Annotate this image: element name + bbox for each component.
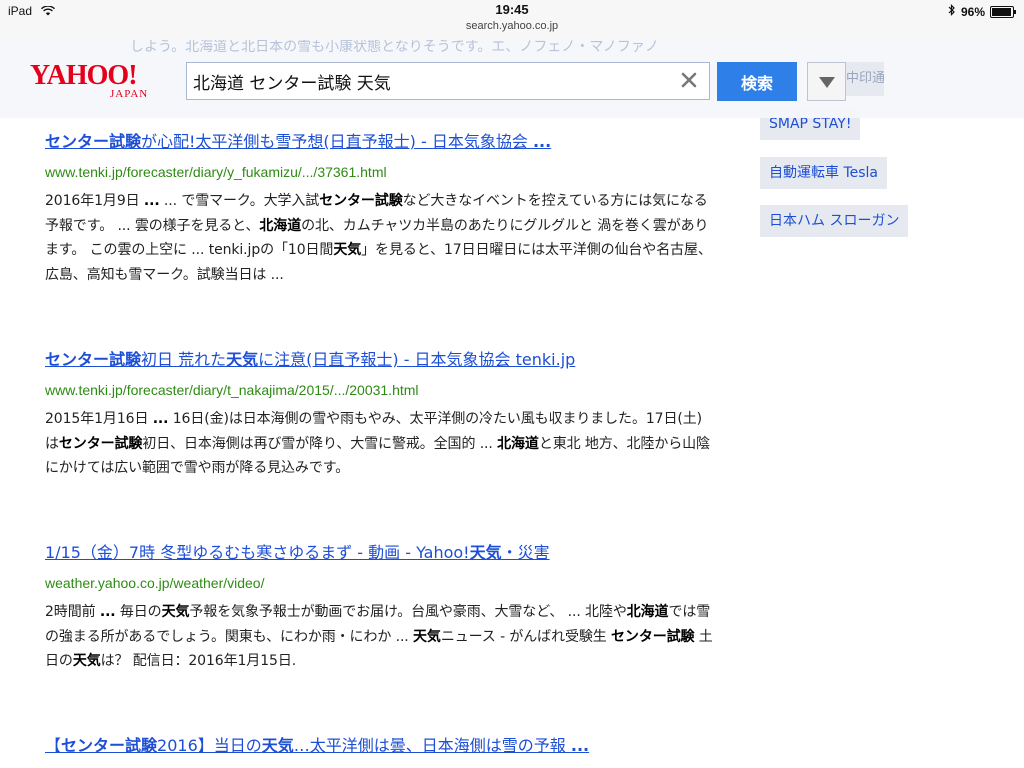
clock: 19:45	[495, 2, 529, 17]
battery-percent: 96%	[960, 4, 985, 19]
result-url: www.tenki.jp/forecaster/diary/t_nakajima…	[45, 382, 419, 398]
battery-fill	[992, 7, 1012, 16]
status-bar: iPad 19:45 search.yahoo.co.jp 96%	[0, 0, 1024, 40]
logo-sub: JAPAN	[110, 88, 149, 100]
search-options-button[interactable]	[807, 62, 846, 101]
result-item: 【センター試験2016】当日の天気…太平洋側は曇、日本海側は雪の予報 ...	[45, 732, 715, 756]
result-snippet: 2時間前 ... 毎日の天気予報を気象予報士が動画でお届け。台風や豪雨、大雪など…	[45, 604, 713, 669]
result-snippet: 2016年1月9日 ... ... で雪マーク。大学入試センター試験など大きなイ…	[45, 193, 712, 283]
triangle-down-icon	[819, 77, 835, 88]
related-tag[interactable]: 自動運転車 Tesla	[760, 157, 887, 189]
result-item: センター試験が心配!太平洋側も雪予想(日直予報士) - 日本気象協会 ... w…	[45, 128, 715, 287]
bluetooth-icon	[948, 4, 956, 19]
clear-icon[interactable]	[679, 70, 699, 90]
result-title[interactable]: センター試験初日 荒れた天気に注意(日直予報士) - 日本気象協会 tenki.…	[45, 346, 715, 370]
result-snippet: 2015年1月16日 ... 16日(金)は日本海側の雪や雨もやみ、太平洋側の冷…	[45, 411, 710, 476]
result-title[interactable]: 【センター試験2016】当日の天気…太平洋側は曇、日本海側は雪の予報 ...	[45, 732, 715, 756]
related-tag-partial[interactable]: 中印通	[846, 62, 884, 96]
related-tag[interactable]: 日本ハム スローガン	[760, 205, 909, 237]
battery-icon	[990, 5, 1016, 18]
result-title[interactable]: 1/15（金）7時 冬型ゆるむも寒さゆるまず - 動画 - Yahoo!天気・災…	[45, 539, 715, 563]
search-input[interactable]	[187, 63, 669, 99]
logo-main: YAHOO!	[30, 60, 138, 91]
result-item: センター試験初日 荒れた天気に注意(日直予報士) - 日本気象協会 tenki.…	[45, 346, 715, 481]
search-box	[186, 62, 710, 100]
result-item: 1/15（金）7時 冬型ゆるむも寒さゆるまず - 動画 - Yahoo!天気・災…	[45, 539, 715, 674]
search-button[interactable]: 検索	[717, 62, 797, 101]
result-url: weather.yahoo.co.jp/weather/video/	[45, 575, 265, 591]
result-title[interactable]: センター試験が心配!太平洋側も雪予想(日直予報士) - 日本気象協会 ...	[45, 128, 715, 152]
yahoo-logo[interactable]: YAHOO! JAPAN	[30, 60, 147, 101]
result-url: www.tenki.jp/forecaster/diary/y_fukamizu…	[45, 164, 387, 180]
status-right: 96%	[948, 4, 1016, 19]
search-header: しよう。北海道と北日本の雪も小康状態となりそうです。エ、ノフェノ・マノファノ Y…	[0, 39, 1024, 118]
address-bar[interactable]: search.yahoo.co.jp	[0, 20, 1024, 32]
